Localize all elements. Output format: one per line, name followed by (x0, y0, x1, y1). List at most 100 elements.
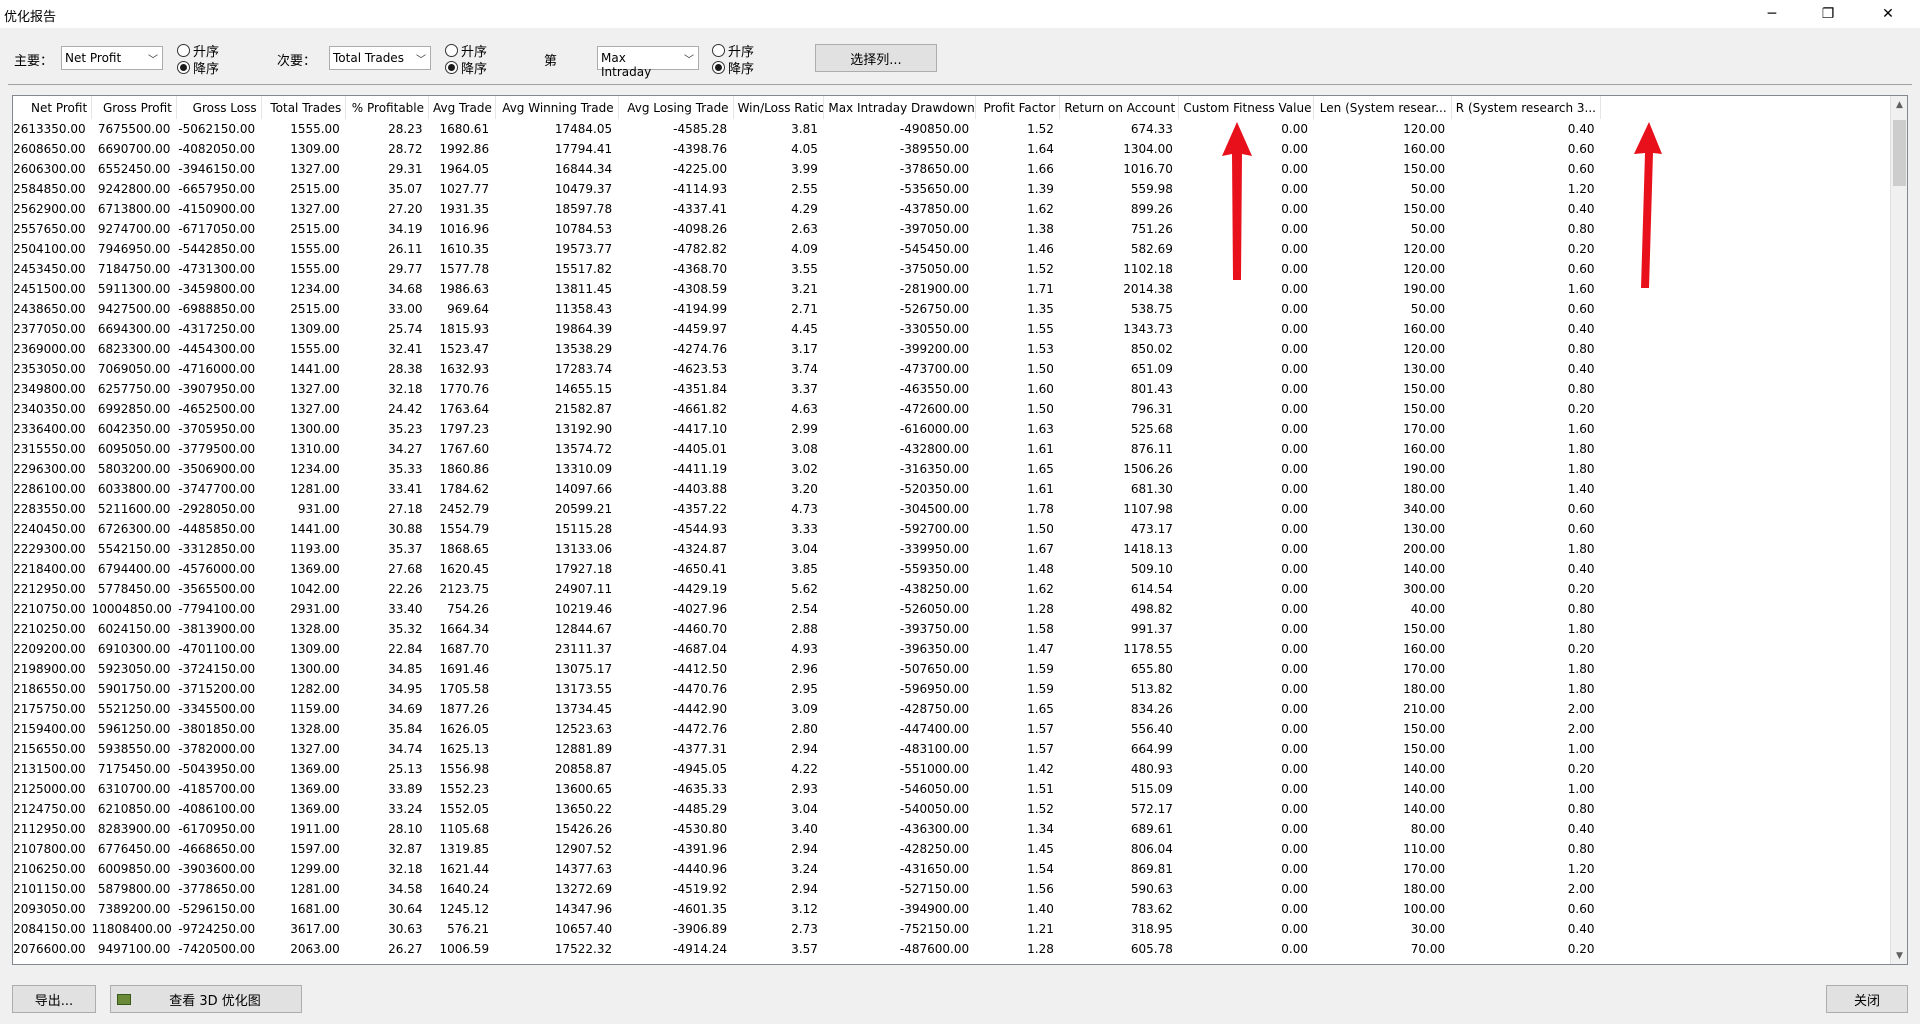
secondary-desc-radio[interactable]: 降序 (445, 59, 515, 77)
table-cell: 1.60 (1567, 282, 1595, 296)
table-cell: -4519.92 (673, 882, 728, 896)
table-row[interactable]: 2210250.00 6024150.00 -3813900.00 1328.00 35… (13, 619, 1601, 639)
table-row[interactable]: 2159400.00 5961250.00 -3801850.00 1328.00 35… (13, 719, 1601, 739)
scroll-thumb[interactable] (1893, 120, 1906, 186)
table-row[interactable]: 2349800.00 6257750.00 -3907950.00 1327.00 32… (13, 379, 1601, 399)
close-window-button[interactable]: ✕ (1860, 0, 1916, 28)
column-header[interactable]: % Profitable (345, 96, 430, 119)
table-row[interactable]: 2296300.00 5803200.00 -3506900.00 1234.00 35… (13, 459, 1601, 479)
table-row[interactable]: 2369000.00 6823300.00 -4454300.00 1555.00 32… (13, 339, 1601, 359)
table-row[interactable]: 2240450.00 6726300.00 -4485850.00 1441.00 30… (13, 519, 1601, 539)
table-row[interactable]: 2377050.00 6694300.00 -4317250.00 1309.00 25… (13, 319, 1601, 339)
table-cell: 2438650.00 (13, 302, 86, 316)
column-header[interactable]: Return on Account (1059, 96, 1180, 119)
table-row[interactable]: 2557650.00 9274700.00 -6717050.00 2515.00 34… (13, 219, 1601, 239)
table-cell: 1369.00 (290, 762, 340, 776)
table-row[interactable]: 2106250.00 6009850.00 -3903600.00 1299.00 32… (13, 859, 1601, 879)
table-cell: -4308.59 (673, 282, 728, 296)
export-button[interactable]: 导出... (12, 985, 96, 1013)
table-cell: -4782.82 (673, 242, 728, 256)
table-row[interactable]: 2124750.00 6210850.00 -4086100.00 1369.00 33… (13, 799, 1601, 819)
table-cell: 10479.37 (554, 182, 613, 196)
table-row[interactable]: 2186550.00 5901750.00 -3715200.00 1282.00 34… (13, 679, 1601, 699)
table-row[interactable]: 2175750.00 5521250.00 -3345500.00 1159.00 34… (13, 699, 1601, 719)
table-row[interactable]: 2438650.00 9427500.00 -6988850.00 2515.00 33… (13, 299, 1601, 319)
column-header[interactable]: Avg Winning Trade (495, 96, 619, 119)
table-row[interactable]: 2336400.00 6042350.00 -3705950.00 1300.00 35… (13, 419, 1601, 439)
table-row[interactable]: 2156550.00 5938550.00 -3782000.00 1327.00 34… (13, 739, 1601, 759)
table-row[interactable]: 2562900.00 6713800.00 -4150900.00 1327.00 27… (13, 199, 1601, 219)
column-header[interactable]: Gross Loss (176, 96, 262, 119)
table-cell: 1.51 (1027, 782, 1054, 796)
table-row[interactable]: 2340350.00 6992850.00 -4652500.00 1327.00 24… (13, 399, 1601, 419)
table-cell: 2106250.00 (13, 862, 86, 876)
table-cell: -4098.26 (673, 222, 728, 236)
tertiary-asc-radio[interactable]: 升序 (712, 42, 782, 60)
table-row[interactable]: 2084150.00 11808400.00 -9724250.00 3617.00 3… (13, 919, 1601, 939)
table-row[interactable]: 2125000.00 6310700.00 -4185700.00 1369.00 33… (13, 779, 1601, 799)
column-header[interactable]: Total Trades (261, 96, 347, 119)
table-row[interactable]: 2131500.00 7175450.00 -5043950.00 1369.00 25… (13, 759, 1601, 779)
primary-desc-radio[interactable]: 降序 (177, 59, 247, 77)
table-cell: -393750.00 (899, 622, 970, 636)
table-cell: 1691.46 (439, 662, 490, 676)
table-row[interactable]: 2283550.00 5211600.00 -2928050.00 931.00 27.… (13, 499, 1601, 519)
table-row[interactable]: 2606300.00 6552450.00 -3946150.00 1327.00 29… (13, 159, 1601, 179)
column-header[interactable]: R (System research 3... (1451, 96, 1602, 119)
table-cell: 1.56 (1027, 882, 1054, 896)
primary-sort-select[interactable]: Net Profit ﹀ (61, 46, 163, 70)
primary-asc-radio[interactable]: 升序 (177, 42, 247, 60)
secondary-sort-select[interactable]: Total Trades ﹀ (329, 46, 431, 70)
column-header[interactable]: Custom Fitness Value (1178, 96, 1315, 119)
table-cell: 689.61 (1130, 822, 1173, 836)
column-header[interactable]: Win/Loss Ratio (733, 96, 825, 119)
table-cell: 70.00 (1410, 942, 1446, 956)
table-cell: 576.21 (447, 922, 490, 936)
tertiary-sort-select[interactable]: Max Intraday ﹀ (597, 46, 699, 79)
column-header[interactable]: Max Intraday Drawdown (823, 96, 976, 119)
minimize-button[interactable]: ─ (1744, 0, 1800, 28)
table-row[interactable]: 2212950.00 5778450.00 -3565500.00 1042.00 22… (13, 579, 1601, 599)
column-header[interactable]: Avg Trade (428, 96, 496, 119)
column-header[interactable]: Profit Factor (975, 96, 1061, 119)
table-row[interactable]: 2209200.00 6910300.00 -4701100.00 1309.00 22… (13, 639, 1601, 659)
table-row[interactable]: 2613350.00 7675500.00 -5062150.00 1555.00 28… (13, 119, 1601, 139)
table-row[interactable]: 2076600.00 9497100.00 -7420500.00 2063.00 26… (13, 939, 1601, 959)
table-row[interactable]: 2451500.00 5911300.00 -3459800.00 1234.00 34… (13, 279, 1601, 299)
table-row[interactable]: 2107800.00 6776450.00 -4668650.00 1597.00 32… (13, 839, 1601, 859)
view-3d-chart-button[interactable]: 查看 3D 优化图 (110, 985, 302, 1013)
tertiary-desc-radio[interactable]: 降序 (712, 59, 782, 77)
table-row[interactable]: 2286100.00 6033800.00 -3747700.00 1281.00 33… (13, 479, 1601, 499)
column-header[interactable]: Gross Profit (91, 96, 177, 119)
close-button[interactable]: 关闭 (1826, 985, 1908, 1013)
table-row[interactable]: 2198900.00 5923050.00 -3724150.00 1300.00 34… (13, 659, 1601, 679)
scroll-up-icon[interactable]: ▲ (1891, 96, 1907, 113)
table-row[interactable]: 2093050.00 7389200.00 -5296150.00 1681.00 30… (13, 899, 1601, 919)
results-grid[interactable]: Net Profit Gross Profit Gross Loss Total Tr… (12, 95, 1908, 965)
table-row[interactable]: 2112950.00 8283900.00 -6170950.00 1911.00 28… (13, 819, 1601, 839)
table-row[interactable]: 2101150.00 5879800.00 -3778650.00 1281.00 34… (13, 879, 1601, 899)
table-row[interactable]: 2210750.00 10004850.00 -7794100.00 2931.00 3… (13, 599, 1601, 619)
table-row[interactable]: 2504100.00 7946950.00 -5442850.00 1555.00 26… (13, 239, 1601, 259)
scroll-down-icon[interactable]: ▼ (1891, 947, 1907, 964)
table-cell: 13734.45 (554, 702, 613, 716)
column-header[interactable]: Avg Losing Trade (618, 96, 734, 119)
table-row[interactable]: 2353050.00 7069050.00 -4716000.00 1441.00 28… (13, 359, 1601, 379)
column-header[interactable]: Net Profit (13, 96, 93, 119)
table-cell: 1234.00 (290, 282, 340, 296)
table-row[interactable]: 2218400.00 6794400.00 -4576000.00 1369.00 27… (13, 559, 1601, 579)
table-cell: 29.77 (388, 262, 423, 276)
table-cell: 2063.00 (290, 942, 340, 956)
select-columns-button[interactable]: 选择列... (815, 44, 937, 72)
table-row[interactable]: 2315550.00 6095050.00 -3779500.00 1310.00 34… (13, 439, 1601, 459)
column-header[interactable]: Len (System resear... (1313, 96, 1452, 119)
table-row[interactable]: 2453450.00 7184750.00 -4731300.00 1555.00 29… (13, 259, 1601, 279)
table-row[interactable]: 2584850.00 9242800.00 -6657950.00 2515.00 35… (13, 179, 1601, 199)
secondary-asc-radio[interactable]: 升序 (445, 42, 515, 60)
table-cell: 0.80 (1567, 382, 1595, 396)
table-row[interactable]: 2229300.00 5542150.00 -3312850.00 1193.00 35… (13, 539, 1601, 559)
vertical-scrollbar[interactable]: ▲ ▼ (1890, 96, 1907, 964)
table-cell: 5923050.00 (97, 662, 171, 676)
restore-button[interactable]: ❐ (1800, 0, 1856, 28)
table-row[interactable]: 2608650.00 6690700.00 -4082050.00 1309.00 28… (13, 139, 1601, 159)
